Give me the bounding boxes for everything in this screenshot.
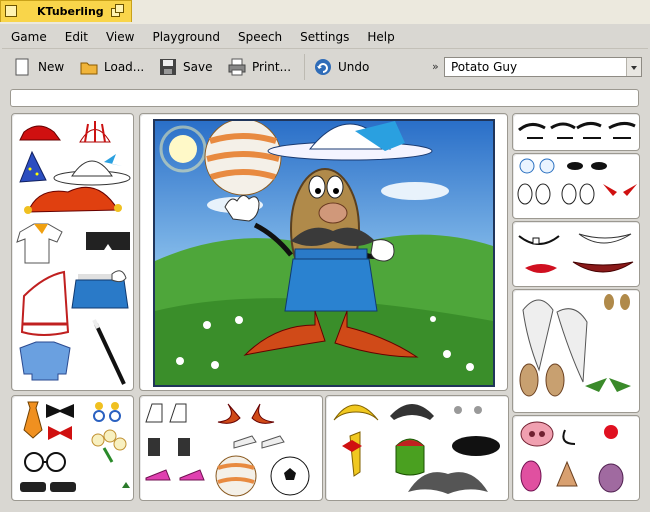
black-shorts-icon[interactable] (86, 232, 130, 250)
small-figures-icon[interactable] (454, 406, 482, 414)
status-field (10, 89, 639, 107)
accessories-panel (11, 395, 134, 501)
save-button-label: Save (183, 60, 213, 74)
playground-select[interactable]: Potato Guy (444, 57, 642, 77)
undo-button[interactable]: Undo (314, 56, 369, 78)
menu-edit[interactable]: Edit (56, 26, 97, 48)
black-bowtie-icon[interactable] (46, 404, 74, 418)
gray-mustache-icon[interactable] (408, 472, 488, 494)
menu-playground[interactable]: Playground (143, 26, 228, 48)
pink-shoes-icon[interactable] (145, 469, 205, 481)
striped-ball-item[interactable] (204, 121, 282, 196)
wizard-hat-icon[interactable] (19, 150, 47, 183)
load-button[interactable]: Load... (80, 56, 144, 78)
print-button-label: Print... (252, 60, 292, 74)
undo-icon (314, 58, 332, 76)
round-glasses-icon[interactable] (24, 452, 66, 472)
save-button[interactable]: Save (159, 56, 212, 78)
new-button-label: New (38, 60, 65, 74)
eyes-panel (512, 153, 640, 219)
noses-icon[interactable] (520, 421, 624, 493)
striped-ball-icon[interactable] (215, 455, 257, 497)
white-shirt-icon[interactable] (16, 223, 63, 264)
new-button[interactable]: New (14, 56, 64, 78)
ears-panel (512, 289, 640, 413)
flower-bouquet-icon[interactable] (91, 429, 127, 463)
eyebrows-icon[interactable] (518, 121, 636, 139)
dark-hair-icon[interactable] (390, 404, 434, 420)
white-dress-icon[interactable] (20, 270, 70, 336)
white-hat-icon[interactable] (53, 154, 131, 186)
striped-beanie-icon[interactable] (79, 121, 111, 143)
yellow-braids-icon[interactable] (342, 431, 362, 477)
blonde-hair-icon[interactable] (333, 404, 379, 421)
new-document-icon (14, 58, 32, 76)
menu-bar: Game Edit View Playground Speech Settings Help (2, 26, 648, 49)
red-bowtie-icon[interactable] (48, 426, 72, 440)
jester-shoes-icon[interactable] (217, 403, 275, 424)
printer-icon (228, 58, 246, 76)
eyebrows-panel (512, 113, 640, 151)
noses-panel (512, 415, 640, 501)
green-hair-icon[interactable] (395, 438, 425, 476)
hair-panel (325, 395, 509, 501)
mouths-panel (512, 221, 640, 287)
soccer-ball-icon[interactable] (270, 456, 310, 496)
playground-scene[interactable] (153, 119, 495, 387)
toolbar-separator (304, 54, 305, 80)
shoes-toys-panel (139, 395, 323, 501)
blue-skirt-item[interactable] (284, 248, 378, 312)
menu-help[interactable]: Help (358, 26, 403, 48)
red-cap-icon[interactable] (19, 125, 61, 141)
playground-select-value: Potato Guy (451, 60, 518, 74)
sunglasses-icon[interactable] (20, 482, 76, 492)
denim-jacket-icon[interactable] (19, 341, 71, 381)
window-tab[interactable]: KTuberling (0, 0, 132, 22)
title-bar: KTuberling (0, 0, 650, 24)
window-menu-icon[interactable] (5, 5, 17, 17)
ears-icon[interactable] (519, 294, 631, 397)
black-curls-icon[interactable] (452, 436, 500, 456)
jester-hat-icon[interactable] (24, 186, 122, 214)
dark-boots-icon[interactable] (148, 438, 190, 456)
print-button[interactable]: Print... (228, 56, 291, 78)
orange-tie-icon[interactable] (23, 401, 43, 439)
small-leaf-icon[interactable] (122, 482, 130, 488)
menu-game[interactable]: Game (2, 26, 56, 48)
window-title: KTuberling (37, 5, 104, 18)
undo-button-label: Undo (338, 60, 370, 74)
folder-open-icon (80, 58, 98, 76)
clothes-panel (11, 113, 134, 391)
eyes-icon[interactable] (517, 158, 637, 205)
menu-view[interactable]: View (97, 26, 143, 48)
maximize-icon[interactable] (111, 4, 125, 18)
white-sneakers-icon[interactable] (233, 435, 285, 449)
toolbar-overflow-icon[interactable]: » (432, 60, 439, 73)
mouths-icon[interactable] (518, 233, 634, 273)
chevron-down-icon[interactable] (626, 58, 641, 76)
magic-wand-icon[interactable] (92, 319, 126, 385)
menu-settings[interactable]: Settings (291, 26, 358, 48)
nose-item[interactable] (318, 202, 348, 224)
white-boots-icon[interactable] (145, 403, 187, 423)
menu-speech[interactable]: Speech (229, 26, 291, 48)
white-glove-icon[interactable] (111, 270, 127, 283)
floppy-save-icon (159, 58, 177, 76)
earrings-icon[interactable] (93, 402, 121, 422)
load-button-label: Load... (104, 60, 145, 74)
